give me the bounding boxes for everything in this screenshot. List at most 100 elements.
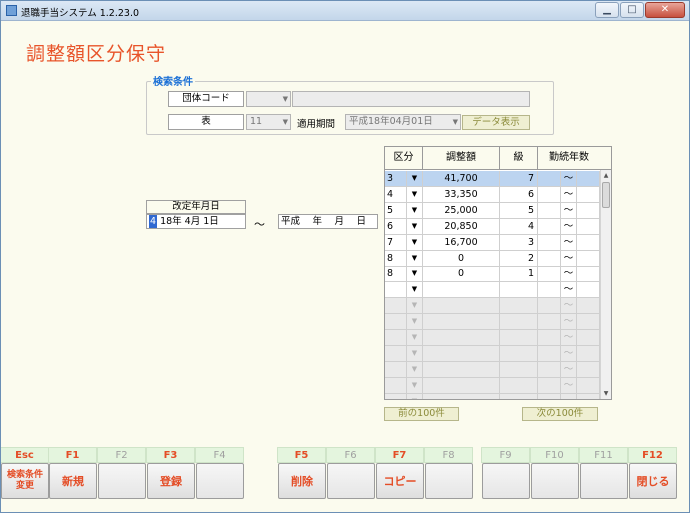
fkey-button-f3[interactable]: 登録 [147, 463, 195, 499]
kubun-cell[interactable]: 8 [385, 266, 407, 282]
amount-cell[interactable]: 25,000 [423, 202, 500, 218]
fkey-button-esc[interactable]: 検索条件 変更 [1, 463, 49, 499]
table-row[interactable]: 7 ▼ 16,700 3 ～ [385, 234, 600, 251]
table-row[interactable]: ▼～ [385, 314, 600, 331]
years-from-cell[interactable] [538, 171, 561, 186]
amount-cell[interactable]: 20,850 [423, 218, 500, 234]
scroll-thumb[interactable] [602, 182, 610, 208]
years-tilde: ～ [561, 361, 577, 377]
table-row[interactable]: ▼～ [385, 393, 600, 399]
table-row[interactable]: ▼～ [385, 345, 600, 362]
years-from-cell[interactable] [538, 218, 561, 234]
grade-cell[interactable]: 6 [500, 186, 538, 202]
fkey-button-f1[interactable]: 新規 [49, 463, 97, 499]
fkey-button-f9[interactable] [482, 463, 530, 499]
amount-cell[interactable]: 41,700 [423, 171, 500, 186]
kubun-cell[interactable]: 7 [385, 234, 407, 250]
amount-cell[interactable]: 0 [423, 250, 500, 266]
amount-cell[interactable]: 0 [423, 266, 500, 282]
years-from-cell[interactable] [538, 282, 561, 298]
scroll-up-icon[interactable]: ▲ [601, 170, 611, 181]
grade-cell[interactable]: 7 [500, 171, 538, 186]
years-from-cell [538, 298, 561, 314]
kubun-cell[interactable]: 6 [385, 218, 407, 234]
table-row[interactable]: ▼～ [385, 298, 600, 315]
table-row[interactable]: ▼～ [385, 330, 600, 346]
fkey-button-f4[interactable] [196, 463, 244, 499]
grade-cell[interactable]: 4 [500, 218, 538, 234]
table-row[interactable]: 8 ▼ 0 1 ～ [385, 266, 600, 283]
fkey-button-f10[interactable] [531, 463, 579, 499]
fkey-button-f2[interactable] [98, 463, 146, 499]
scroll-down-icon[interactable]: ▼ [601, 388, 611, 399]
window-controls: ▁ □ ✕ [594, 2, 685, 18]
table-row[interactable]: 5 ▼ 25,000 5 ～ [385, 202, 600, 219]
years-from-cell[interactable] [538, 234, 561, 250]
table-row[interactable]: ▼～ [385, 377, 600, 394]
fkey-button-f6[interactable] [327, 463, 375, 499]
fkey-button-label: 閉じる [636, 474, 670, 488]
years-to-cell[interactable] [577, 250, 600, 266]
grade-cell[interactable]: 3 [500, 234, 538, 250]
fkey-button-f7[interactable]: コピー [376, 463, 424, 499]
maximize-icon[interactable]: □ [620, 2, 644, 18]
years-from-cell[interactable] [538, 202, 561, 218]
years-from-cell[interactable] [538, 250, 561, 266]
table-select[interactable]: 11 ▼ [246, 114, 291, 130]
years-to-cell[interactable] [577, 171, 600, 186]
next-100-button[interactable]: 次の100件 [522, 407, 598, 421]
table-row[interactable]: 6 ▼ 20,850 4 ～ [385, 218, 600, 235]
revision-date-from-input[interactable]: 4 18年 4月 1日 [146, 214, 246, 229]
years-to-cell[interactable] [577, 202, 600, 218]
chevron-down-icon[interactable]: ▼ [407, 250, 423, 266]
table-row[interactable]: 4 ▼ 33,350 6 ～ [385, 186, 600, 203]
fkey-button-f12[interactable]: 閉じる [629, 463, 677, 499]
minimize-icon[interactable]: ▁ [595, 2, 619, 18]
data-display-button[interactable]: データ表示 [462, 115, 530, 130]
kubun-cell[interactable]: 5 [385, 202, 407, 218]
fkey-button-f11[interactable] [580, 463, 628, 499]
years-to-cell[interactable] [577, 186, 600, 202]
table-row[interactable]: ▼～ [385, 361, 600, 378]
table-row[interactable]: ▼～ [385, 282, 600, 299]
years-from-cell[interactable] [538, 266, 561, 282]
years-to-cell[interactable] [577, 234, 600, 250]
years-to-cell[interactable] [577, 282, 600, 298]
kubun-cell[interactable]: 3 [385, 171, 407, 186]
kubun-cell [385, 393, 407, 399]
fkey-button-f5[interactable]: 削除 [278, 463, 326, 499]
kubun-cell[interactable] [385, 282, 407, 298]
grade-cell[interactable] [500, 282, 538, 298]
amount-cell [423, 361, 500, 377]
amount-cell[interactable] [423, 282, 500, 298]
years-to-cell[interactable] [577, 218, 600, 234]
table-row[interactable]: 8 ▼ 0 2 ～ [385, 250, 600, 267]
period-select[interactable]: 平成18年04月01日 ▼ [345, 114, 461, 130]
fkey-button-f8[interactable] [425, 463, 473, 499]
years-from-cell[interactable] [538, 186, 561, 202]
kubun-cell[interactable]: 8 [385, 250, 407, 266]
chevron-down-icon[interactable]: ▼ [407, 202, 423, 218]
table-row[interactable]: 3 ▼ 41,700 7 ～ [385, 171, 600, 187]
chevron-down-icon[interactable]: ▼ [407, 218, 423, 234]
chevron-down-icon[interactable]: ▼ [407, 186, 423, 202]
prev-100-button[interactable]: 前の100件 [384, 407, 459, 421]
years-tilde: ～ [561, 234, 577, 250]
title-bar: 退職手当システム 1.2.23.0 ▁ □ ✕ [1, 1, 689, 21]
group-code-select[interactable]: ▼ [246, 91, 291, 107]
grade-cell[interactable]: 1 [500, 266, 538, 282]
grade-cell[interactable]: 5 [500, 202, 538, 218]
chevron-down-icon: ▼ [407, 377, 423, 393]
amount-cell[interactable]: 16,700 [423, 234, 500, 250]
chevron-down-icon[interactable]: ▼ [407, 234, 423, 250]
grid-scrollbar[interactable]: ▲ ▼ [600, 170, 611, 399]
years-to-cell[interactable] [577, 266, 600, 282]
close-icon[interactable]: ✕ [645, 2, 685, 18]
chevron-down-icon[interactable]: ▼ [407, 282, 423, 298]
revision-date-to-input[interactable]: 平成 年 月 日 [278, 214, 378, 229]
amount-cell[interactable]: 33,350 [423, 186, 500, 202]
grade-cell[interactable]: 2 [500, 250, 538, 266]
chevron-down-icon[interactable]: ▼ [407, 171, 423, 186]
chevron-down-icon[interactable]: ▼ [407, 266, 423, 282]
kubun-cell[interactable]: 4 [385, 186, 407, 202]
